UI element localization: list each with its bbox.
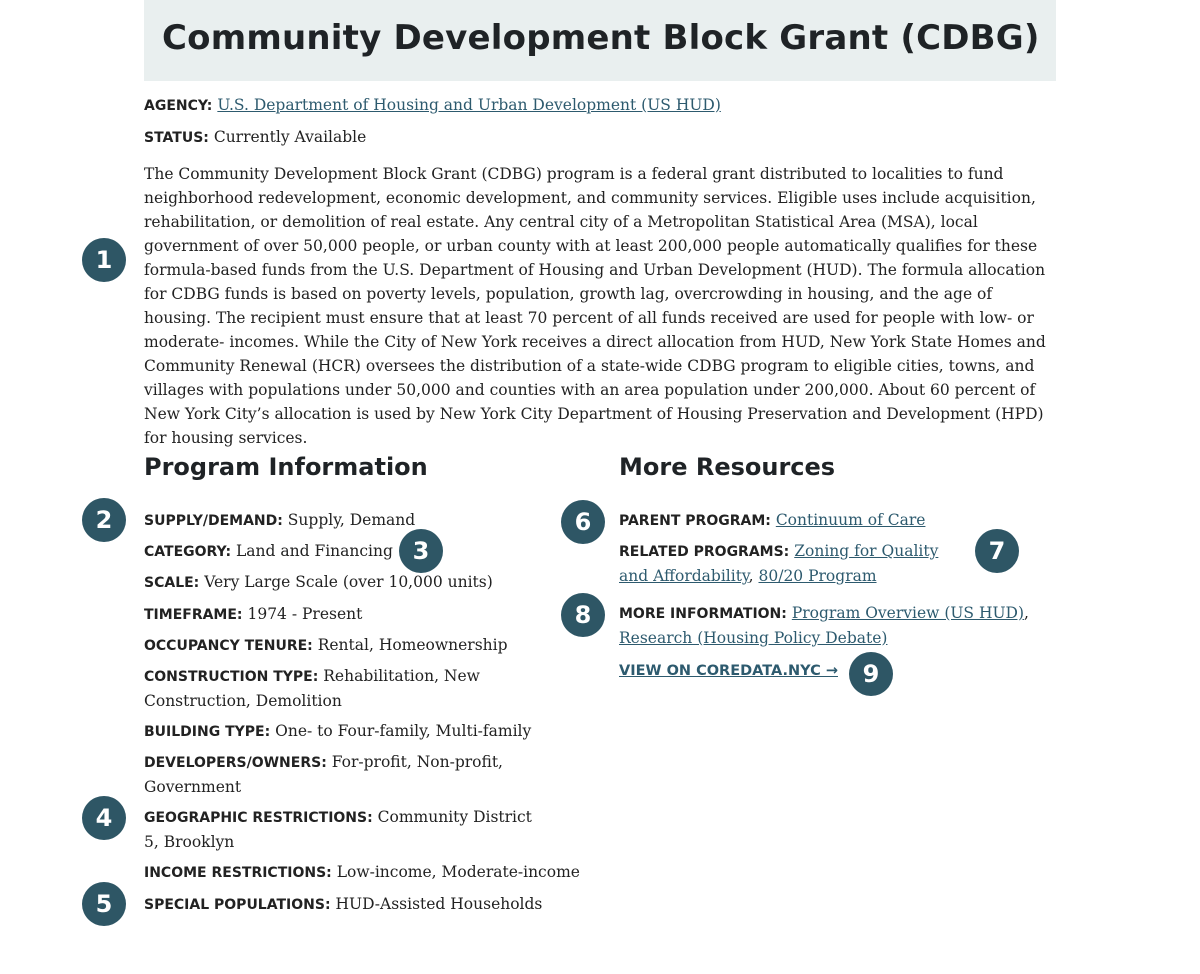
category-row: CATEGORY: Land and Financing bbox=[144, 539, 584, 564]
timeframe-label: TIMEFRAME: bbox=[144, 607, 243, 623]
timeframe-value: 1974 - Present bbox=[247, 605, 363, 623]
more-information-label: MORE INFORMATION: bbox=[619, 606, 787, 622]
status-label: STATUS: bbox=[144, 130, 209, 146]
program-description: The Community Development Block Grant (C… bbox=[144, 165, 1046, 447]
building-type-row: BUILDING TYPE: One- to Four-family, Mult… bbox=[144, 719, 584, 744]
badge-6: 6 bbox=[561, 500, 605, 544]
more-resources-heading: More Resources bbox=[619, 453, 836, 481]
income-restrictions-row: INCOME RESTRICTIONS: Low-income, Moderat… bbox=[144, 860, 584, 885]
more-info-separator: , bbox=[1024, 604, 1029, 622]
income-restrictions-value: Low-income, Moderate-income bbox=[336, 863, 580, 881]
program-information-heading: Program Information bbox=[144, 453, 428, 481]
badge-2: 2 bbox=[82, 498, 126, 542]
parent-program-row: PARENT PROGRAM: Continuum of Care bbox=[619, 508, 1039, 533]
badge-7: 7 bbox=[975, 529, 1019, 573]
supply-demand-row: SUPPLY/DEMAND: Supply, Demand bbox=[144, 508, 584, 533]
building-type-value: One- to Four-family, Multi-family bbox=[275, 722, 532, 740]
badge-9: 9 bbox=[849, 652, 893, 696]
badge-8: 8 bbox=[561, 593, 605, 637]
agency-label: AGENCY: bbox=[144, 98, 213, 114]
more-information-row: MORE INFORMATION: Program Overview (US H… bbox=[619, 601, 1049, 650]
page-title: Community Development Block Grant (CDBG) bbox=[162, 18, 1040, 58]
research-link[interactable]: Research (Housing Policy Debate) bbox=[619, 629, 887, 647]
view-on-coredata-link[interactable]: VIEW ON COREDATA.NYC → bbox=[619, 663, 838, 679]
category-label: CATEGORY: bbox=[144, 544, 232, 560]
status-row: STATUS: Currently Available bbox=[144, 128, 366, 146]
related-program-link-8020[interactable]: 80/20 Program bbox=[759, 567, 877, 585]
scale-label: SCALE: bbox=[144, 575, 200, 591]
badge-5: 5 bbox=[82, 882, 126, 926]
building-type-label: BUILDING TYPE: bbox=[144, 724, 271, 740]
occupancy-tenure-label: OCCUPANCY TENURE: bbox=[144, 638, 313, 654]
scale-value: Very Large Scale (over 10,000 units) bbox=[204, 573, 493, 591]
status-value: Currently Available bbox=[213, 128, 367, 146]
construction-type-row: CONSTRUCTION TYPE: Rehabilitation, New C… bbox=[144, 664, 584, 713]
geographic-restrictions-label: GEOGRAPHIC RESTRICTIONS: bbox=[144, 810, 373, 826]
occupancy-tenure-row: OCCUPANCY TENURE: Rental, Homeownership bbox=[144, 633, 584, 658]
badge-1: 1 bbox=[82, 238, 126, 282]
badge-3: 3 bbox=[399, 529, 443, 573]
parent-program-label: PARENT PROGRAM: bbox=[619, 513, 771, 529]
title-banner: Community Development Block Grant (CDBG) bbox=[144, 0, 1056, 81]
category-value: Land and Financing bbox=[236, 542, 393, 560]
special-populations-value: HUD-Assisted Households bbox=[335, 895, 543, 913]
geographic-restrictions-row: GEOGRAPHIC RESTRICTIONS: Community Distr… bbox=[144, 805, 549, 854]
agency-link[interactable]: U.S. Department of Housing and Urban Dev… bbox=[217, 96, 721, 114]
scale-row: SCALE: Very Large Scale (over 10,000 uni… bbox=[144, 570, 584, 595]
special-populations-label: SPECIAL POPULATIONS: bbox=[144, 897, 331, 913]
related-separator: , bbox=[748, 567, 759, 585]
supply-demand-value: Supply, Demand bbox=[287, 511, 416, 529]
developers-owners-label: DEVELOPERS/OWNERS: bbox=[144, 755, 327, 771]
developers-owners-row: DEVELOPERS/OWNERS: For-profit, Non-profi… bbox=[144, 750, 524, 799]
program-overview-link[interactable]: Program Overview (US HUD) bbox=[792, 604, 1024, 622]
parent-program-link[interactable]: Continuum of Care bbox=[776, 511, 926, 529]
construction-type-label: CONSTRUCTION TYPE: bbox=[144, 669, 319, 685]
occupancy-tenure-value: Rental, Homeownership bbox=[317, 636, 508, 654]
badge-4: 4 bbox=[82, 796, 126, 840]
related-programs-row: RELATED PROGRAMS: Zoning for Quality and… bbox=[619, 539, 969, 588]
agency-row: AGENCY: U.S. Department of Housing and U… bbox=[144, 96, 721, 114]
income-restrictions-label: INCOME RESTRICTIONS: bbox=[144, 865, 332, 881]
timeframe-row: TIMEFRAME: 1974 - Present bbox=[144, 602, 584, 627]
special-populations-row: SPECIAL POPULATIONS: HUD-Assisted Househ… bbox=[144, 892, 584, 917]
supply-demand-label: SUPPLY/DEMAND: bbox=[144, 513, 283, 529]
related-programs-label: RELATED PROGRAMS: bbox=[619, 544, 790, 560]
